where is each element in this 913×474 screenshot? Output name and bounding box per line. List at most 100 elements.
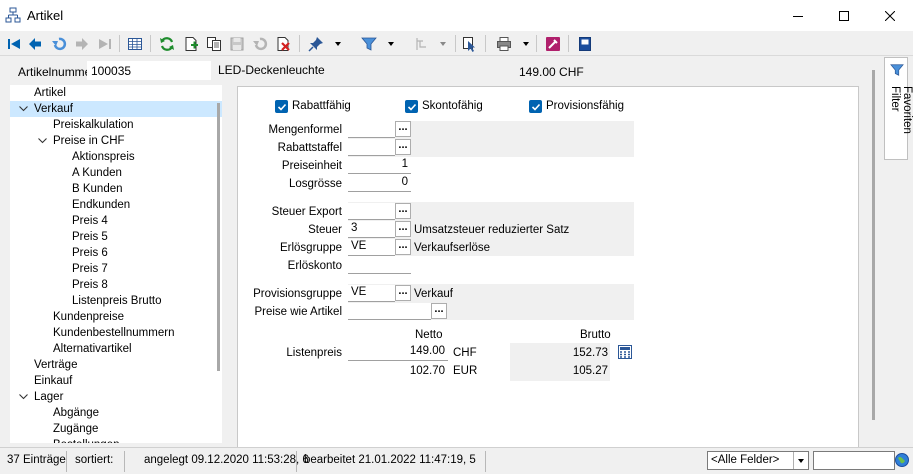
preiseinheit-label: Preiseinheit — [281, 160, 342, 172]
table-icon — [127, 37, 142, 50]
mengenformel-lookup-button[interactable]: ... — [395, 121, 411, 137]
tree-item[interactable]: Verkauf — [10, 101, 222, 117]
favorites-filter-label: Favoriten Filter — [889, 86, 913, 134]
checkmark-icon — [531, 103, 540, 111]
erloesgruppe-lookup-button[interactable]: ... — [395, 239, 411, 255]
mengenformel-input[interactable] — [348, 121, 395, 138]
tree-item[interactable]: Verträge — [10, 357, 222, 373]
previous-record-button[interactable] — [25, 34, 44, 53]
hierarchy-dropdown[interactable] — [438, 34, 447, 53]
tree-item[interactable]: Preis 5 — [10, 229, 222, 245]
globe-icon[interactable] — [894, 452, 910, 468]
rabattstaffel-lookup-button[interactable]: ... — [395, 139, 411, 155]
filter-button[interactable] — [359, 34, 378, 53]
tree-item[interactable]: B Kunden — [10, 181, 222, 197]
chevron-down-icon[interactable] — [18, 389, 28, 405]
tree-item[interactable]: Lager — [10, 389, 222, 405]
rabattstaffel-input[interactable] — [348, 139, 395, 156]
select-pointer-button[interactable] — [460, 34, 479, 53]
print-dropdown[interactable] — [521, 34, 530, 53]
artikel-name-field[interactable]: LED-Deckenleuchte — [216, 61, 486, 80]
panel-scrollbar[interactable] — [869, 60, 877, 448]
pin-button[interactable] — [306, 34, 325, 53]
tools-button[interactable] — [543, 34, 562, 53]
erloesgruppe-description: Verkaufserlöse — [414, 242, 491, 254]
preise-wie-artikel-lookup-button[interactable]: ... — [431, 303, 447, 319]
rabattfaehig-checkbox[interactable] — [275, 100, 288, 113]
tree-item[interactable]: Preise in CHF — [10, 133, 222, 149]
steuer-input[interactable]: 3 — [348, 221, 395, 238]
tree-item[interactable]: Listenpreis Brutto — [10, 293, 222, 309]
tree-item[interactable]: Aktionspreis — [10, 149, 222, 165]
save-button[interactable] — [227, 34, 246, 53]
erloeskonto-input[interactable] — [348, 257, 411, 274]
tree-item[interactable]: Preis 4 — [10, 213, 222, 229]
chevron-down-icon[interactable] — [37, 133, 47, 149]
tree-item-label: Einkauf — [34, 375, 73, 387]
tree-item[interactable]: Artikel — [10, 85, 222, 101]
undo-button[interactable] — [250, 34, 269, 53]
navigation-tree: Artikel Verkauf Preiskalkulation Preise in … — [10, 85, 222, 443]
steuer-export-lookup-button[interactable]: ... — [395, 203, 411, 219]
next-record-button[interactable] — [72, 34, 91, 53]
artikelnummer-label: Artikelnummer — [18, 65, 96, 79]
copy-record-button[interactable] — [204, 34, 223, 53]
maximize-button[interactable] — [821, 0, 867, 31]
minimize-icon — [793, 15, 803, 17]
panel-scroll-thumb[interactable] — [872, 70, 875, 420]
refresh-button[interactable] — [157, 34, 176, 53]
last-record-button[interactable] — [95, 34, 114, 53]
hierarchy-icon — [415, 37, 426, 50]
tree-item[interactable]: Preis 8 — [10, 277, 222, 293]
erloesgruppe-input[interactable]: VE — [348, 239, 395, 256]
chevron-down-icon[interactable] — [18, 101, 28, 117]
delete-record-button[interactable] — [273, 34, 292, 53]
new-record-button[interactable] — [181, 34, 200, 53]
losgroesse-input[interactable]: 0 — [348, 175, 411, 192]
search-input[interactable] — [813, 451, 895, 470]
provisionsgruppe-lookup-button[interactable]: ... — [395, 285, 411, 301]
hierarchy-button[interactable] — [412, 34, 431, 53]
tree-item[interactable]: Endkunden — [10, 197, 222, 213]
tree-item[interactable]: Bestellungen — [10, 437, 222, 443]
tree-item[interactable]: Einkauf — [10, 373, 222, 389]
pin-dropdown[interactable] — [333, 34, 342, 53]
steuer-export-input[interactable] — [348, 203, 395, 220]
tree-scroll-thumb[interactable] — [217, 103, 220, 371]
tree-item[interactable]: Kundenpreise — [10, 309, 222, 325]
info-button[interactable] — [575, 34, 594, 53]
minimize-button[interactable] — [775, 0, 821, 31]
calculator-icon[interactable] — [618, 345, 632, 359]
close-button[interactable] — [867, 0, 913, 31]
tree-item[interactable]: Kundenbestellnummern — [10, 325, 222, 341]
steuer-lookup-button[interactable]: ... — [395, 221, 411, 237]
favorites-filter-tab[interactable]: Favoriten Filter — [884, 57, 913, 160]
preise-wie-artikel-input[interactable] — [348, 303, 431, 320]
provisionsgruppe-input[interactable]: VE — [348, 285, 395, 302]
tree-item[interactable]: A Kunden — [10, 165, 222, 181]
skontofaehig-checkbox[interactable] — [405, 100, 418, 113]
tree-item[interactable]: Preis 6 — [10, 245, 222, 261]
tree-item-label: Verkauf — [34, 103, 73, 115]
tree-scrollbar[interactable] — [215, 85, 222, 443]
first-record-button[interactable] — [4, 34, 23, 53]
steuer-label: Steuer — [308, 224, 342, 236]
tree-item[interactable]: Preiskalkulation — [10, 117, 222, 133]
tree-item[interactable]: Abgänge — [10, 405, 222, 421]
listenpreis-brutto-eur: 105.27 — [572, 365, 608, 377]
tree-item[interactable]: Alternativartikel — [10, 341, 222, 357]
listenpreis-netto-chf-input[interactable]: 149.00 — [348, 344, 448, 361]
provisionsfaehig-checkbox[interactable] — [529, 100, 542, 113]
steuer-description: Umsatzsteuer reduzierter Satz — [414, 224, 570, 236]
field-filter-dropdown[interactable] — [793, 452, 808, 469]
table-view-button[interactable] — [125, 34, 144, 53]
filter-dropdown[interactable] — [386, 34, 395, 53]
back-button[interactable] — [49, 34, 68, 53]
artikelnummer-field[interactable]: 100035 — [87, 61, 211, 80]
preiseinheit-input[interactable]: 1 — [348, 157, 411, 174]
provisionsfaehig-label: Provisionsfähig — [546, 100, 624, 112]
tree-item[interactable]: Preis 7 — [10, 261, 222, 277]
print-button[interactable] — [494, 34, 513, 53]
tree-item[interactable]: Zugänge — [10, 421, 222, 437]
tree-item-label: Preis 4 — [72, 215, 108, 227]
